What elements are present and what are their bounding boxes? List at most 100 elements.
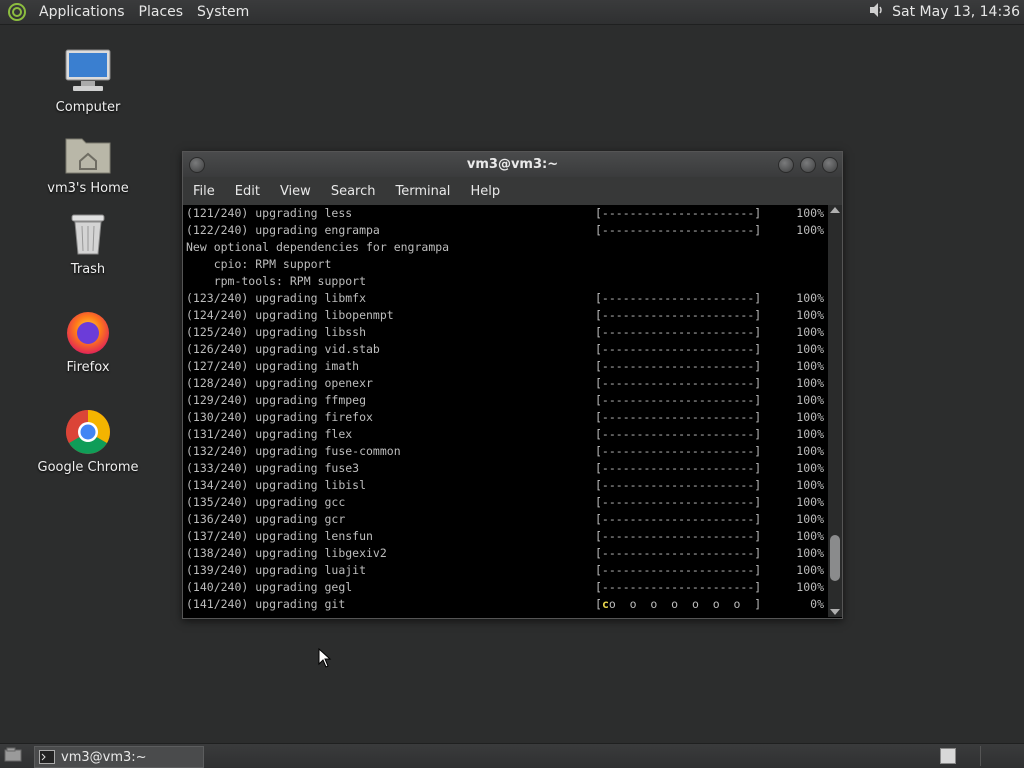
terminal-line: (134/240) upgrading libisl [-------------… [183,477,826,494]
terminal-scrollbar[interactable] [828,205,842,617]
progress-percent: 100% [796,223,824,237]
progress-bar-open: [----------------------] [595,529,762,543]
desktop-icon-label: Computer [55,100,121,115]
window-titlebar[interactable]: vm3@vm3:~ [183,152,842,177]
terminal-line-text: (137/240) upgrading lensfun [186,529,373,543]
progress-percent: 100% [796,410,824,424]
terminal-line: rpm-tools: RPM support [183,273,826,290]
terminal-line-text: (133/240) upgrading fuse3 [186,461,360,475]
scroll-thumb[interactable] [830,535,840,581]
progress-bar: [----------------------] [595,307,761,324]
menu-view[interactable]: View [270,184,321,199]
progress-bar: [----------------------] [595,358,761,375]
window-menu-button[interactable] [189,157,205,173]
system-menu[interactable]: System [190,4,256,20]
terminal-line-text: (132/240) upgrading fuse-common [186,444,401,458]
volume-icon[interactable] [868,1,886,23]
computer-icon [62,46,114,98]
desktop-icon-chrome[interactable]: Google Chrome [33,406,143,475]
desktop-icon-label: vm3's Home [47,181,129,196]
progress-percent: 100% [796,427,824,441]
terminal-window[interactable]: vm3@vm3:~ File Edit View Search Terminal… [182,151,843,619]
terminal-line: (127/240) upgrading imath [--------------… [183,358,826,375]
workspace-switcher[interactable] [940,748,956,764]
terminal-line-text: (121/240) upgrading less [186,206,353,220]
terminal-line: (136/240) upgrading gcr [----------------… [183,511,826,528]
menu-search[interactable]: Search [321,184,386,199]
close-button[interactable] [822,157,838,173]
trash-icon [62,208,114,260]
progress-bar-open: [----------------------] [595,393,762,407]
progress-percent: 100% [796,563,824,577]
maximize-button[interactable] [800,157,816,173]
terminal-line-text: (138/240) upgrading libgexiv2 [186,546,387,560]
progress-bar: [----------------------] [595,341,761,358]
desktop-icon-trash[interactable]: Trash [33,208,143,277]
progress-bar-rest: o o o o o o o ] [608,597,762,611]
terminal-line: New optional dependencies for engrampa [183,239,826,256]
progress-bar: [----------------------] [595,579,761,596]
terminal-line-text: (125/240) upgrading libssh [186,325,367,339]
progress-bar: [----------------------] [595,392,761,409]
progress-bar-open: [----------------------] [595,478,762,492]
progress-bar: [----------------------] [595,290,761,307]
applications-menu[interactable]: Applications [32,4,132,20]
progress-bar: [----------------------] [595,205,761,222]
scroll-down-arrow-icon[interactable] [830,609,840,615]
progress-bar: [----------------------] [595,426,761,443]
window-menubar: File Edit View Search Terminal Help [183,177,842,205]
progress-bar-open: [----------------------] [595,308,762,322]
progress-percent: 100% [796,325,824,339]
terminal-line: (137/240) upgrading lensfun [------------… [183,528,826,545]
minimize-button[interactable] [778,157,794,173]
progress-bar: [----------------------] [595,443,761,460]
desktop-icon-firefox[interactable]: Firefox [33,306,143,375]
chrome-icon [62,406,114,458]
terminal-line: (138/240) upgrading libgexiv2 [----------… [183,545,826,562]
show-desktop-icon[interactable] [4,747,22,767]
progress-percent: 100% [796,359,824,373]
terminal-line-text: (128/240) upgrading openexr [186,376,373,390]
progress-bar: [----------------------] [595,477,761,494]
terminal-line-text: (136/240) upgrading gcr [186,512,346,526]
terminal-icon [39,750,55,764]
progress-percent: 100% [796,580,824,594]
progress-bar-open: [----------------------] [595,563,762,577]
terminal-line: (129/240) upgrading ffmpeg [-------------… [183,392,826,409]
progress-bar-open: [----------------------] [595,206,762,220]
terminal-line-text: (129/240) upgrading ffmpeg [186,393,367,407]
terminal-line: (121/240) upgrading less [---------------… [183,205,826,222]
desktop-icon-home[interactable]: vm3's Home [33,127,143,196]
terminal-line: (130/240) upgrading firefox [------------… [183,409,826,426]
menu-terminal[interactable]: Terminal [385,184,460,199]
progress-bar: [----------------------] [595,562,761,579]
progress-percent: 0% [810,597,824,611]
workspace-2[interactable] [980,746,981,766]
terminal-line-text: (139/240) upgrading luajit [186,563,367,577]
menu-file[interactable]: File [183,184,225,199]
distro-logo-icon[interactable] [6,1,28,23]
scroll-up-arrow-icon[interactable] [830,207,840,213]
terminal-line-text: (122/240) upgrading engrampa [186,223,380,237]
places-menu[interactable]: Places [132,4,191,20]
progress-bar: [----------------------] [595,545,761,562]
progress-bar: [----------------------] [595,460,761,477]
terminal-output[interactable]: (121/240) upgrading less [---------------… [183,205,826,617]
terminal-line: (141/240) upgrading git [co o o o o o o ]… [183,596,826,613]
progress-bar: [----------------------] [595,409,761,426]
progress-percent: 100% [796,478,824,492]
progress-bar-open: [----------------------] [595,223,762,237]
progress-percent: 100% [796,393,824,407]
terminal-line-text: (130/240) upgrading firefox [186,410,373,424]
progress-bar-open: [----------------------] [595,546,762,560]
progress-bar: [----------------------] [595,222,761,239]
terminal-line: (128/240) upgrading openexr [------------… [183,375,826,392]
desktop-icon-computer[interactable]: Computer [33,46,143,115]
progress-bar-open: [----------------------] [595,461,762,475]
menu-help[interactable]: Help [460,184,510,199]
menu-edit[interactable]: Edit [225,184,270,199]
taskbar-item-terminal[interactable]: vm3@vm3:~ [34,746,204,768]
progress-bar: [----------------------] [595,528,761,545]
terminal-line-text: rpm-tools: RPM support [186,274,367,288]
clock[interactable]: Sat May 13, 14:36 [892,4,1020,20]
